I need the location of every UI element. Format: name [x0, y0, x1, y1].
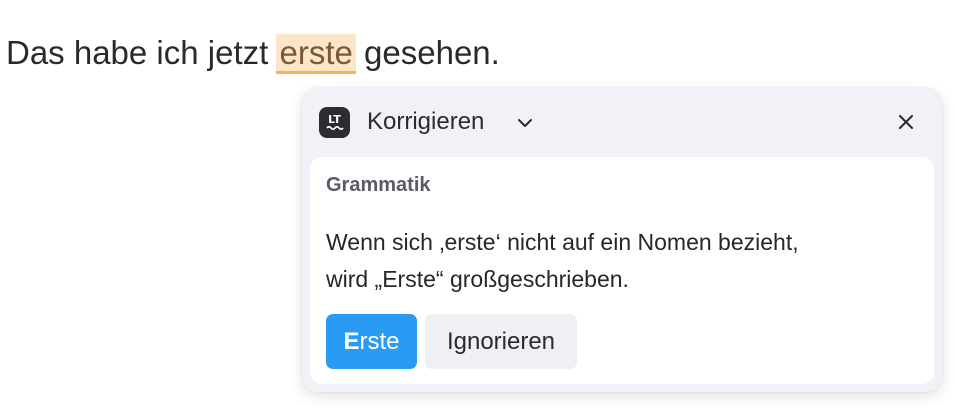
flagged-word[interactable]: erste	[276, 34, 356, 74]
chevron-down-icon[interactable]	[514, 112, 536, 134]
suggestion-first-letter: E	[343, 328, 360, 355]
error-message-line: Wenn sich ‚erste‘ nicht auf ein Nomen be…	[326, 229, 799, 255]
mode-selector-label[interactable]: Korrigieren	[367, 105, 484, 139]
svg-text:LT: LT	[328, 113, 341, 126]
ignore-button[interactable]: Ignorieren	[425, 314, 577, 369]
error-message: Wenn sich ‚erste‘ nicht auf ein Nomen be…	[326, 224, 906, 298]
sentence-text-before: Das habe ich jetzt	[6, 34, 278, 71]
languagetool-logo-icon: LT	[319, 107, 350, 138]
suggestion-card: Grammatik Wenn sich ‚erste‘ nicht auf ei…	[310, 157, 934, 384]
editor-sentence[interactable]: Das habe ich jetzt erste gesehen.	[6, 30, 500, 76]
error-category: Grammatik	[326, 174, 431, 196]
suggestion-rest: rste	[359, 328, 400, 355]
popup-header: LT Korrigieren	[302, 88, 942, 154]
accept-suggestion-button[interactable]: Erste	[326, 314, 417, 369]
correction-popup: LT Korrigieren Grammatik Wenn sich ‚erst…	[302, 88, 942, 392]
sentence-text-after: gesehen.	[354, 34, 500, 71]
error-message-line: wird „Erste“ großgeschrieben.	[326, 266, 629, 292]
close-icon[interactable]	[894, 110, 918, 134]
